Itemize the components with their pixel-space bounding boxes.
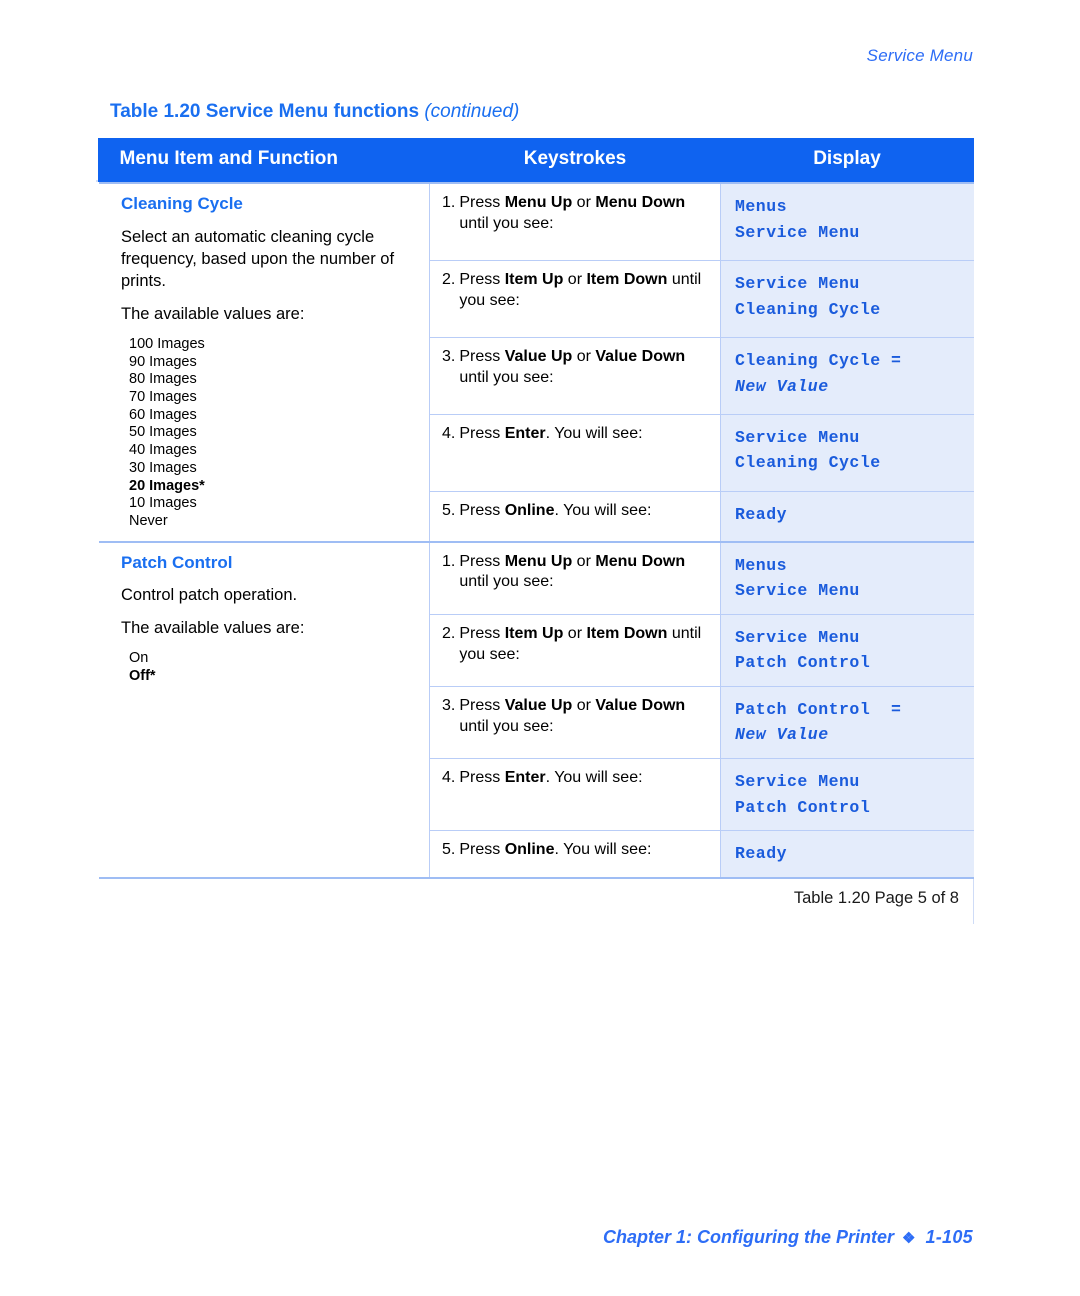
value-list-item: 100 Images (129, 336, 205, 353)
values-intro: The available values are: (121, 304, 305, 323)
table-row: Patch Control Control patch operation. The… (96, 540, 974, 879)
value-list-item: 10 Images (129, 495, 197, 512)
step-number: 1. (442, 552, 456, 570)
keystroke-cell: 5. Press Online. You will see: (429, 830, 721, 879)
step-text: Press Item Up or Item Down until you see… (459, 270, 702, 309)
keystroke-cell: 1. Press Menu Up or Menu Down until you s… (429, 540, 721, 615)
display-text: Service Menu Cleaning Cycle (735, 273, 881, 319)
footer-chapter: Chapter 1: Configuring the Printer (602, 1227, 894, 1247)
keystroke-cell: 3. Press Value Up or Value Down until you… (429, 336, 721, 415)
table-caption-row: Table 1.20 Page 5 of 8 (96, 876, 974, 924)
display-cell: Ready (720, 830, 974, 879)
display-cell: Service Menu Patch Control (720, 757, 974, 832)
keystroke-cell: 2. Press Item Up or Item Down until you s… (429, 259, 721, 338)
display-cell: Ready (720, 490, 974, 543)
display-text: Cleaning Cycle = (735, 350, 902, 370)
display-new-value: New Value (735, 725, 829, 745)
step-number: 5. (442, 501, 456, 519)
keystroke-cell: 2. Press Item Up or Item Down until you s… (429, 613, 721, 687)
value-list-item: Off* (129, 668, 156, 685)
running-head: Service Menu (866, 46, 973, 65)
table-title-main: Table 1.20 Service Menu functions (110, 101, 425, 122)
display-cell: Patch Control = New Value (720, 685, 974, 759)
display-text: Menus Service Menu (735, 197, 860, 242)
step-number: 5. (442, 841, 456, 859)
display-text: Service Menu Patch Control (735, 627, 871, 673)
keystroke-cell: 4. Press Enter. You will see: (429, 757, 721, 832)
menu-item-title: Patch Control (121, 552, 233, 572)
column-header-display: Display (720, 138, 974, 183)
step-text: Press Online. You will see: (459, 841, 652, 859)
menu-item-title: Cleaning Cycle (121, 194, 243, 213)
step-text: Press Menu Up or Menu Down until you see… (459, 552, 686, 591)
column-header-menu-item: Menu Item and Function (97, 138, 430, 183)
display-text: Service Menu Cleaning Cycle (735, 427, 881, 473)
keystroke-cell: 3. Press Value Up or Value Down until you… (429, 685, 721, 759)
value-list-item: 30 Images (129, 459, 197, 476)
step-text: Press Enter. You will see: (459, 424, 643, 442)
step-text: Press Online. You will see: (459, 501, 652, 519)
step-text: Press Menu Up or Menu Down until you see… (459, 194, 686, 232)
display-cell: Menus Service Menu (720, 540, 974, 615)
diamond-icon: ❖ (902, 1230, 916, 1247)
step-number: 3. (442, 347, 456, 365)
step-number: 2. (442, 270, 456, 288)
step-number: 3. (442, 696, 456, 714)
step-text: Press Value Up or Value Down until you s… (459, 347, 686, 386)
values-intro: The available values are: (121, 619, 305, 638)
display-cell: Menus Service Menu (720, 181, 974, 261)
display-text: Ready (735, 504, 788, 524)
keystroke-cell: 4. Press Enter. You will see: (429, 413, 721, 492)
value-list-item: 80 Images (129, 371, 197, 388)
value-list-item: 70 Images (129, 389, 197, 406)
table-header-row: Menu Item and Function Keystrokes Displa… (97, 138, 974, 183)
step-number: 2. (442, 624, 456, 642)
display-cell: Service Menu Cleaning Cycle (720, 259, 974, 338)
keystroke-cell: 1. Press Menu Up or Menu Down until you s… (429, 181, 721, 261)
footer-page-number: 1-105 (925, 1227, 973, 1247)
step-text: Press Enter. You will see: (459, 768, 643, 786)
table-title: Table 1.20 Service Menu functions (conti… (110, 101, 519, 123)
available-values-list: On Off* (121, 650, 419, 685)
menu-item-description: Control patch operation. (121, 586, 298, 605)
table-caption: Table 1.20 Page 5 of 8 (96, 876, 974, 924)
step-text: Press Value Up or Value Down until you s… (459, 696, 686, 735)
display-new-value: New Value (735, 376, 829, 396)
value-list-item: Never (129, 512, 168, 529)
table-title-continued: (continued) (424, 101, 520, 122)
step-number: 4. (442, 768, 456, 786)
available-values-list: 100 Images 90 Images 80 Images 70 Images 60 … (121, 336, 419, 531)
keystroke-cell: 5. Press Online. You will see: (429, 490, 721, 543)
display-cell: Service Menu Cleaning Cycle (720, 413, 974, 492)
display-text: Patch Control = (735, 699, 902, 719)
display-text: Menus Service Menu (735, 555, 860, 601)
menu-item-function-cell: Patch Control Control patch operation. The… (96, 540, 430, 879)
value-list-item: 60 Images (129, 406, 197, 423)
step-number: 4. (442, 424, 456, 442)
value-list-item: 90 Images (129, 353, 197, 370)
display-cell: Service Menu Patch Control (720, 613, 974, 687)
page-footer: Chapter 1: Configuring the Printer ❖ 1-105 (603, 1227, 973, 1248)
step-text: Press Item Up or Item Down until you see… (459, 624, 702, 663)
display-cell: Cleaning Cycle = New Value (720, 336, 974, 415)
value-list-item: 20 Images* (129, 477, 205, 494)
table-body: Cleaning Cycle Select an automatic cleani… (96, 181, 974, 924)
menu-item-description: Select an automatic cleaning cycle frequ… (121, 227, 395, 290)
value-list-item: 50 Images (129, 424, 197, 441)
display-text: Ready (735, 844, 788, 864)
value-list-item: 40 Images (129, 442, 197, 459)
column-header-keystrokes: Keystrokes (429, 138, 721, 183)
display-text: Service Menu Patch Control (735, 771, 871, 817)
service-menu-functions-table: Menu Item and Function Keystrokes Displa… (96, 138, 974, 924)
step-number: 1. (442, 194, 456, 211)
value-list-item: On (129, 650, 149, 667)
table-row: Cleaning Cycle Select an automatic cleani… (96, 181, 974, 543)
document-page: Service Menu Table 1.20 Service Menu fun… (0, 0, 1080, 1296)
menu-item-function-cell: Cleaning Cycle Select an automatic cleani… (96, 182, 430, 543)
